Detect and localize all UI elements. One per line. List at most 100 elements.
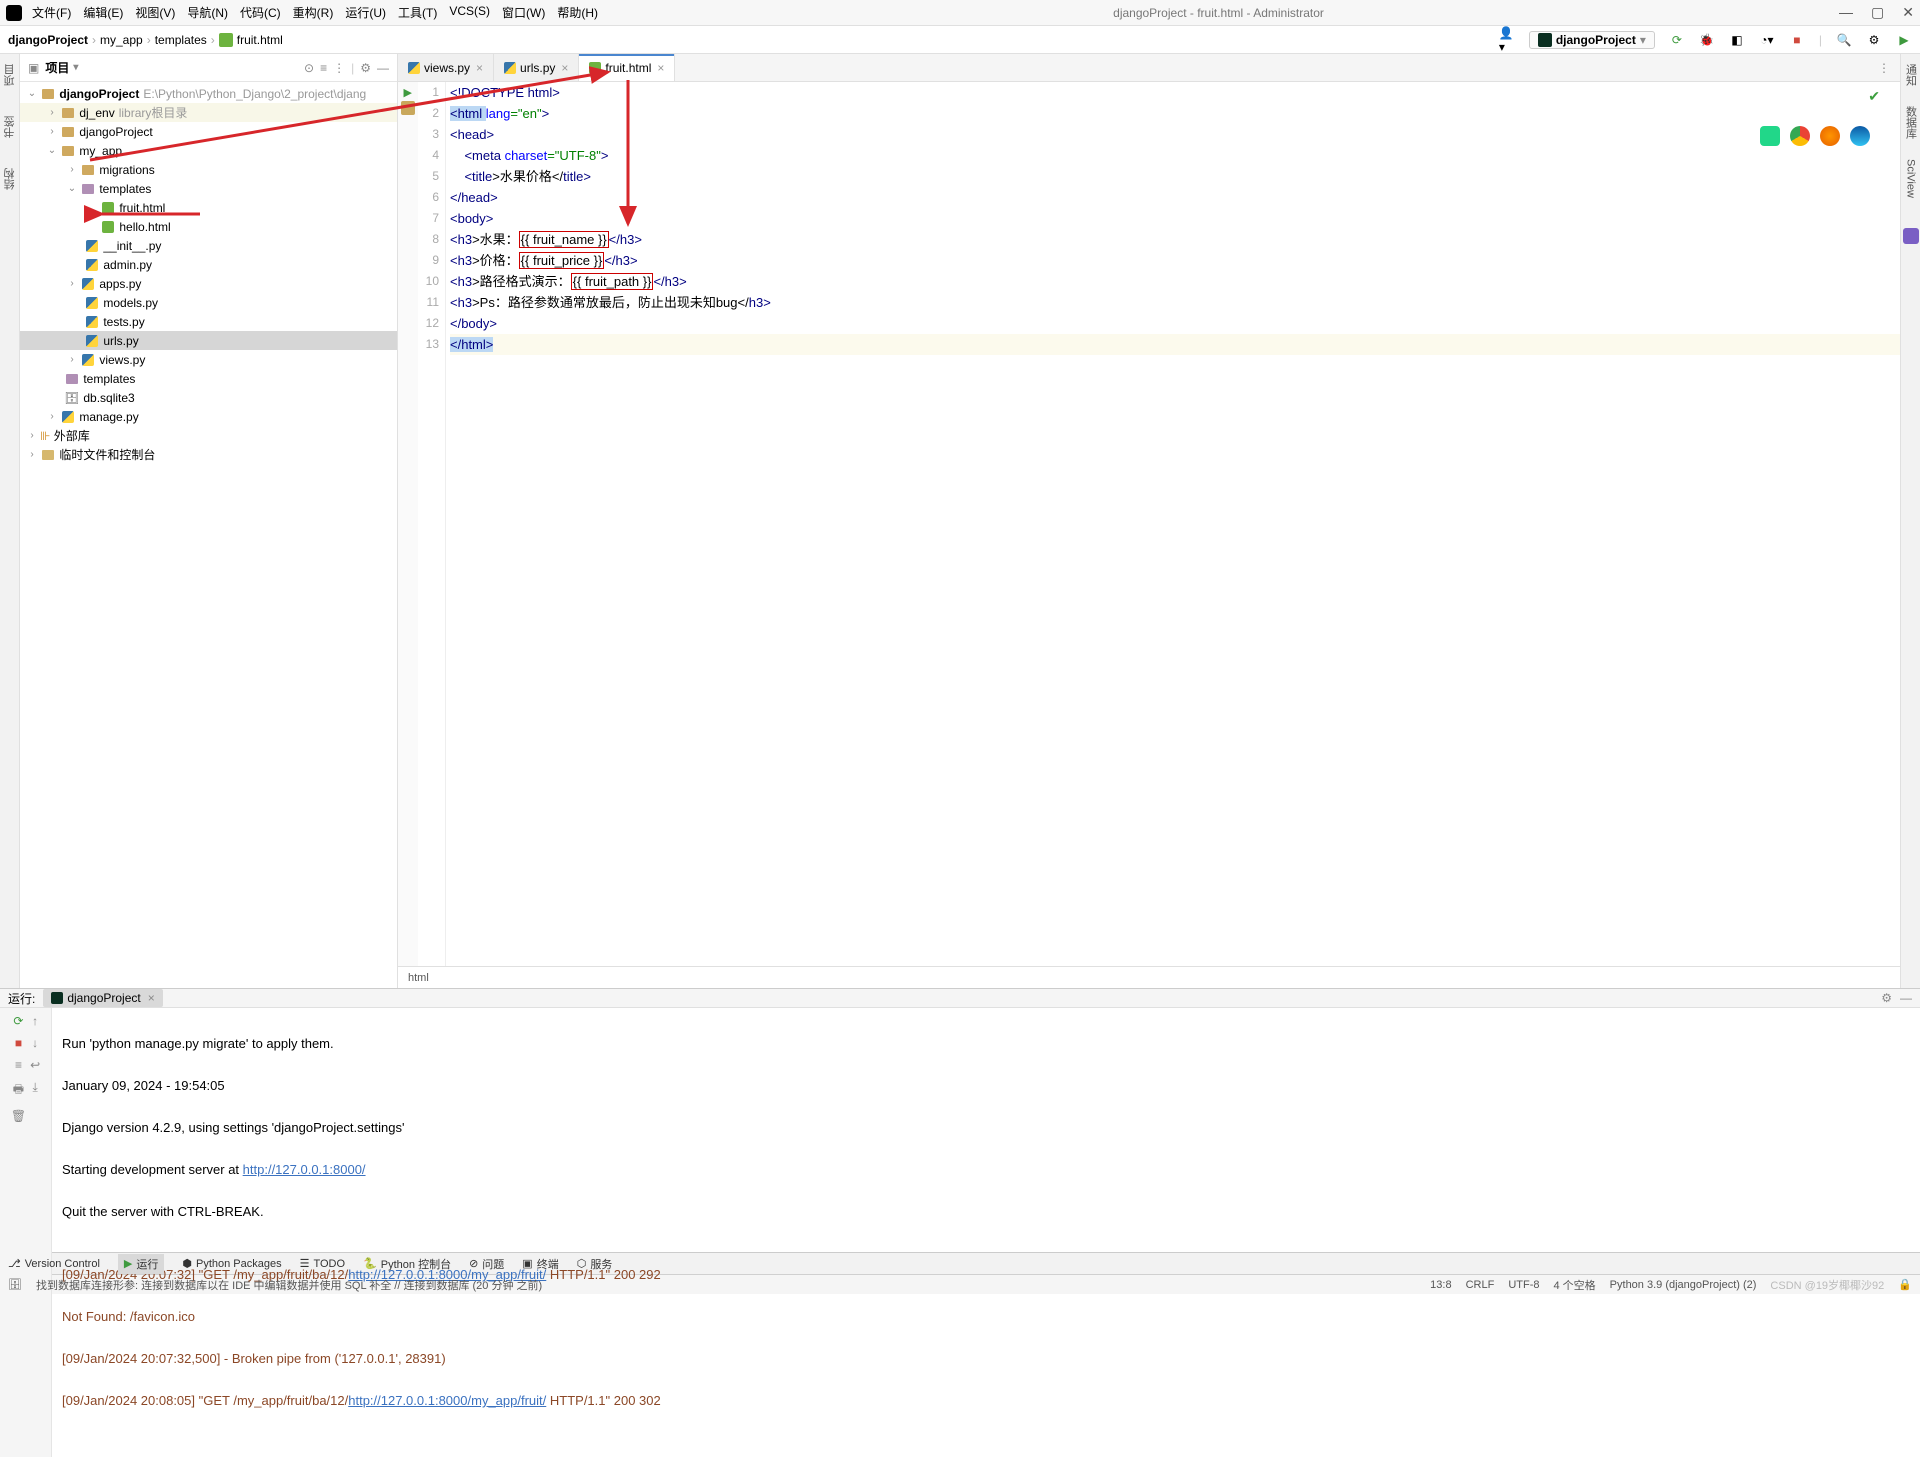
hide-icon[interactable]: — <box>1900 991 1912 1005</box>
hide-icon[interactable]: — <box>377 61 389 75</box>
expand-all-icon[interactable]: ≡ <box>320 61 327 75</box>
tool-python-console[interactable]: 🐍Python 控制台 <box>363 1256 451 1272</box>
menu-file[interactable]: 文件(F) <box>32 4 71 21</box>
menu-help[interactable]: 帮助(H) <box>557 4 598 21</box>
tool-todo[interactable]: ☰TODO <box>300 1257 345 1270</box>
scroll-from-source-icon[interactable]: ⊙ <box>304 61 314 75</box>
collapse-all-icon[interactable]: ⋮ <box>333 61 345 75</box>
close-icon[interactable]: × <box>148 991 155 1005</box>
editor[interactable]: ▶ 12345678910111213 <!DOCTYPE html> <htm… <box>398 82 1900 966</box>
scroll-up-icon[interactable]: ↑ <box>32 1014 38 1028</box>
request-url-link[interactable]: http://127.0.0.1:8000/my_app/fruit/ <box>348 1393 546 1408</box>
tool-services[interactable]: ⬡服务 <box>577 1256 613 1272</box>
tool-version-control[interactable]: ⎇Version Control <box>8 1257 100 1270</box>
firefox-icon[interactable] <box>1820 126 1840 146</box>
menu-vcs[interactable]: VCS(S) <box>449 4 490 21</box>
tool-run[interactable]: ▶运行 <box>118 1254 164 1274</box>
tree-manage-py[interactable]: › manage.py <box>20 407 397 426</box>
tool-structure-button[interactable]: 结构 <box>2 168 18 190</box>
user-icon[interactable]: 👤▾ <box>1499 32 1515 48</box>
profiler-icon[interactable]: ◔▾ <box>1759 32 1775 48</box>
menu-navigate[interactable]: 导航(N) <box>187 4 228 21</box>
pycharm-browser-icon[interactable] <box>1760 126 1780 146</box>
menu-run[interactable]: 运行(U) <box>345 4 386 21</box>
gear-icon[interactable]: ⚙ <box>1881 991 1892 1005</box>
rerun-icon[interactable]: ⟳ <box>1669 32 1685 48</box>
scroll-end-icon[interactable]: ⤓ <box>32 1080 37 1095</box>
coverage-icon[interactable]: ◧ <box>1729 32 1745 48</box>
run-configuration-selector[interactable]: djangoProject ▾ <box>1529 31 1655 49</box>
tab-urls-py[interactable]: urls.py× <box>494 54 579 81</box>
tree-templates-root[interactable]: templates <box>20 369 397 388</box>
tab-views-py[interactable]: views.py× <box>398 54 494 81</box>
status-message[interactable]: 找到数据库连接形参: 连接到数据库以在 IDE 中编辑数据并使用 SQL 补全 … <box>36 1277 542 1293</box>
inspection-ok-icon[interactable]: ✔ <box>1868 88 1880 105</box>
menu-code[interactable]: 代码(C) <box>240 4 281 21</box>
tree-tests-py[interactable]: tests.py <box>20 312 397 331</box>
run-debug-icon[interactable]: 🐞 <box>1699 32 1715 48</box>
tool-database-button[interactable]: 数据库 <box>1903 106 1919 139</box>
tree-migrations[interactable]: › migrations <box>20 160 397 179</box>
line-separator[interactable]: CRLF <box>1466 1279 1495 1291</box>
print-icon[interactable]: 🖶 <box>13 1080 24 1101</box>
tree-init-py[interactable]: __init__.py <box>20 236 397 255</box>
menu-edit[interactable]: 编辑(E) <box>83 4 123 21</box>
tree-fruit-html[interactable]: fruit.html <box>20 198 397 217</box>
tree-scratches[interactable]: › 临时文件和控制台 <box>20 445 397 464</box>
crumb-project[interactable]: djangoProject <box>8 33 88 47</box>
crumb-file[interactable]: fruit.html <box>219 33 283 47</box>
tab-settings-icon[interactable]: ⋮ <box>1878 61 1890 75</box>
tool-terminal[interactable]: ▣终端 <box>522 1256 558 1272</box>
tree-apps-py[interactable]: › apps.py <box>20 274 397 293</box>
stop-icon[interactable]: ■ <box>1789 32 1805 48</box>
tree-django-project[interactable]: › djangoProject <box>20 122 397 141</box>
tree-dj-env[interactable]: › dj_envlibrary根目录 <box>20 103 397 122</box>
tree-models-py[interactable]: models.py <box>20 293 397 312</box>
menu-window[interactable]: 窗口(W) <box>502 4 545 21</box>
rerun-icon[interactable]: ⟳ <box>13 1014 23 1028</box>
chrome-icon[interactable] <box>1790 126 1810 146</box>
menu-refactor[interactable]: 重构(R) <box>293 4 334 21</box>
close-icon[interactable]: × <box>561 61 568 75</box>
settings-icon[interactable]: ⚙ <box>1866 32 1882 48</box>
delete-icon[interactable]: 🗑 <box>11 1109 26 1123</box>
window-maximize-icon[interactable]: ▢ <box>1871 4 1884 21</box>
window-minimize-icon[interactable]: — <box>1839 4 1853 21</box>
edge-icon[interactable] <box>1850 126 1870 146</box>
close-icon[interactable]: × <box>657 61 664 75</box>
code-content[interactable]: <!DOCTYPE html> <html lang="en"> <head> … <box>446 82 1900 966</box>
interpreter[interactable]: Python 3.9 (djangoProject) (2) <box>1610 1279 1757 1291</box>
gear-icon[interactable]: ⚙ <box>360 61 371 75</box>
tool-problems[interactable]: ⊘问题 <box>469 1256 504 1272</box>
editor-breadcrumb[interactable]: html <box>398 966 1900 988</box>
indent[interactable]: 4 个空格 <box>1553 1277 1595 1293</box>
tree-urls-py[interactable]: urls.py <box>20 331 397 350</box>
run-icon[interactable]: ▶ <box>1896 32 1912 48</box>
close-icon[interactable]: × <box>476 61 483 75</box>
tool-bookmarks-button[interactable]: 书签 <box>2 116 18 138</box>
tree-db-sqlite3[interactable]: 🗄 db.sqlite3 <box>20 388 397 407</box>
caret-position[interactable]: 13:8 <box>1430 1279 1451 1291</box>
tool-sciview-button[interactable]: SciView <box>1905 159 1917 198</box>
tree-views-py[interactable]: › views.py <box>20 350 397 369</box>
run-tab-django[interactable]: djangoProject× <box>43 989 162 1007</box>
window-close-icon[interactable]: ✕ <box>1902 4 1914 21</box>
tool-python-packages[interactable]: ⬢Python Packages <box>182 1257 281 1270</box>
menu-view[interactable]: 视图(V) <box>135 4 175 21</box>
soft-wrap-icon[interactable]: ↩ <box>30 1058 40 1072</box>
status-db-icon[interactable]: 🗄 <box>8 1278 22 1291</box>
tree-hello-html[interactable]: hello.html <box>20 217 397 236</box>
tree-external-libs[interactable]: ›⊪ 外部库 <box>20 426 397 445</box>
tab-fruit-html[interactable]: fruit.html× <box>579 54 675 81</box>
encoding[interactable]: UTF-8 <box>1508 1279 1539 1291</box>
stop-icon[interactable]: ■ <box>15 1036 22 1050</box>
project-tree[interactable]: ⌄ djangoProjectE:\Python\Python_Django\2… <box>20 82 397 988</box>
tree-admin-py[interactable]: admin.py <box>20 255 397 274</box>
menu-tools[interactable]: 工具(T) <box>398 4 437 21</box>
tool-notifications-button[interactable]: 通知 <box>1903 64 1919 86</box>
server-url-link[interactable]: http://127.0.0.1:8000/ <box>243 1162 366 1177</box>
run-marker-icon[interactable]: ▶ <box>404 86 412 99</box>
lock-icon[interactable]: 🔒 <box>1898 1278 1912 1291</box>
project-view-selector[interactable]: 项目 ▾ <box>45 59 78 76</box>
ai-assistant-icon[interactable] <box>1903 228 1919 244</box>
